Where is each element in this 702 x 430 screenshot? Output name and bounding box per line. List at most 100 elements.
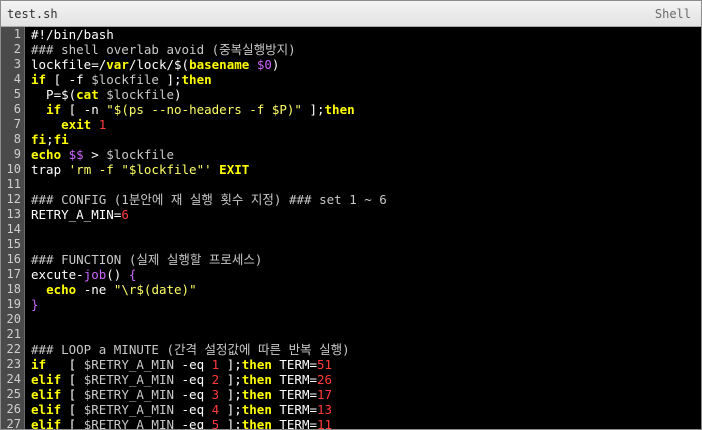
code-line: 4 if [ -f $lockfile ];then	[1, 72, 701, 87]
code-line: 18 echo -ne "\r$(date)"	[1, 282, 701, 297]
code-token: elif	[31, 402, 62, 417]
code-text: ### LOOP a MINUTE (간격 설정값에 따른 반복 실행)	[25, 342, 350, 357]
code-text: ### FUNCTION (실제 실행할 프로세스)	[25, 252, 262, 267]
code-token: >	[83, 147, 107, 162]
line-number: 7	[1, 117, 25, 132]
code-token: $RETRY_A_MIN	[83, 402, 174, 417]
code-token: $lockfile	[106, 87, 174, 102]
code-text: elif [ $RETRY_A_MIN -eq 2 ];then TERM=26	[25, 372, 332, 387]
code-line: 1 #!/bin/bash	[1, 27, 701, 42]
line-number: 12	[1, 192, 25, 207]
code-token: ];	[158, 72, 182, 87]
code-token: $RETRY_A_MIN	[83, 357, 175, 372]
code-token: $lockfile	[91, 72, 159, 87]
code-token: if	[31, 357, 47, 372]
line-number: 25	[1, 387, 25, 402]
code-token: job	[83, 267, 107, 282]
code-editor[interactable]: 1 #!/bin/bash 2 ### shell overlab avoid (중복…	[1, 27, 701, 429]
code-line: 21	[1, 327, 701, 342]
code-token: $0	[256, 57, 272, 72]
code-token: [	[61, 417, 84, 430]
filename-label: test.sh	[7, 6, 58, 21]
code-token: then	[241, 402, 272, 417]
code-token: ];	[219, 357, 242, 372]
code-token: 11	[317, 417, 333, 430]
line-number: 8	[1, 132, 25, 147]
line-number: 10	[1, 162, 25, 177]
line-number: 24	[1, 372, 25, 387]
code-token: [	[46, 357, 84, 372]
code-token: TERM=	[271, 387, 318, 402]
code-text: ### shell overlab avoid (중복실행방지)	[25, 42, 296, 57]
code-text: if [ -f $lockfile ];then	[25, 72, 212, 87]
code-token: ### shell overlab avoid (중복실행방지)	[31, 42, 296, 57]
code-token: then	[241, 417, 272, 430]
code-line: 11	[1, 177, 701, 192]
code-token: 17	[317, 387, 333, 402]
code-token: RETRY_A_MIN=	[31, 207, 122, 222]
code-token: ];	[219, 417, 242, 430]
code-line: 2 ### shell overlab avoid (중복실행방지)	[1, 42, 701, 57]
code-line: 8 fi;fi	[1, 132, 701, 147]
code-token: )	[174, 87, 182, 102]
code-token: var	[106, 57, 129, 72]
line-number: 17	[1, 267, 25, 282]
code-token: 'rm -f "$lockfile"'	[68, 162, 212, 177]
line-number: 13	[1, 207, 25, 222]
code-token: then	[241, 387, 272, 402]
code-token: elif	[31, 417, 62, 430]
code-line: 25 elif [ $RETRY_A_MIN -eq 3 ];then TERM=…	[1, 387, 701, 402]
code-token: -eq	[174, 402, 212, 417]
code-token: fi	[31, 132, 47, 147]
code-token: if	[31, 72, 47, 87]
code-text: excute-job() {	[25, 267, 136, 282]
code-token: then	[181, 72, 212, 87]
code-token: [ -n	[61, 102, 107, 117]
line-number: 23	[1, 357, 25, 372]
code-line: 17 excute-job() {	[1, 267, 701, 282]
code-line: 27 elif [ $RETRY_A_MIN -eq 5 ];then TERM=…	[1, 417, 701, 430]
code-token: -eq	[174, 417, 212, 430]
code-text: trap 'rm -f "$lockfile"' EXIT	[25, 162, 249, 177]
line-number: 26	[1, 402, 25, 417]
code-line: 16 ### FUNCTION (실제 실행할 프로세스)	[1, 252, 701, 267]
code-token: TERM=	[271, 402, 318, 417]
code-viewer-window: test.sh Shell 1 #!/bin/bash 2 ### shell ove…	[0, 0, 702, 430]
code-token: EXIT	[219, 162, 250, 177]
code-text: elif [ $RETRY_A_MIN -eq 3 ];then TERM=17	[25, 387, 332, 402]
code-token: 6	[121, 207, 129, 222]
code-token: }	[31, 297, 39, 312]
code-token: fi	[53, 132, 69, 147]
line-number: 18	[1, 282, 25, 297]
code-line: 7 exit 1	[1, 117, 701, 132]
code-token: exit	[61, 117, 92, 132]
code-token: $RETRY_A_MIN	[83, 417, 174, 430]
code-line: 22 ### LOOP a MINUTE (간격 설정값에 따른 반복 실행)	[1, 342, 701, 357]
code-token: $RETRY_A_MIN	[83, 387, 174, 402]
code-token: ];	[301, 102, 325, 117]
line-number: 5	[1, 87, 25, 102]
code-text: fi;fi	[25, 132, 69, 147]
code-token: 13	[317, 402, 333, 417]
code-line: 26 elif [ $RETRY_A_MIN -eq 4 ];then TERM=…	[1, 402, 701, 417]
code-text: elif [ $RETRY_A_MIN -eq 5 ];then TERM=11	[25, 417, 333, 430]
code-line: 10 trap 'rm -f "$lockfile"' EXIT	[1, 162, 701, 177]
code-token: if	[46, 102, 62, 117]
code-text: lockfile=/var/lock/$(basename $0)	[25, 57, 279, 72]
code-token: TERM=	[271, 357, 318, 372]
code-token: -eq	[174, 387, 212, 402]
code-line: 24 elif [ $RETRY_A_MIN -eq 2 ];then TERM=…	[1, 372, 701, 387]
line-number: 21	[1, 327, 25, 342]
code-token: {	[128, 267, 137, 282]
code-token: TERM=	[271, 372, 318, 387]
code-token: ### CONFIG (1분안에 재 실행 횟수 지정) ### set 1 ~…	[31, 192, 387, 207]
code-token: 1	[98, 117, 107, 132]
code-token: [ -f	[46, 72, 92, 87]
line-number: 1	[1, 27, 25, 42]
